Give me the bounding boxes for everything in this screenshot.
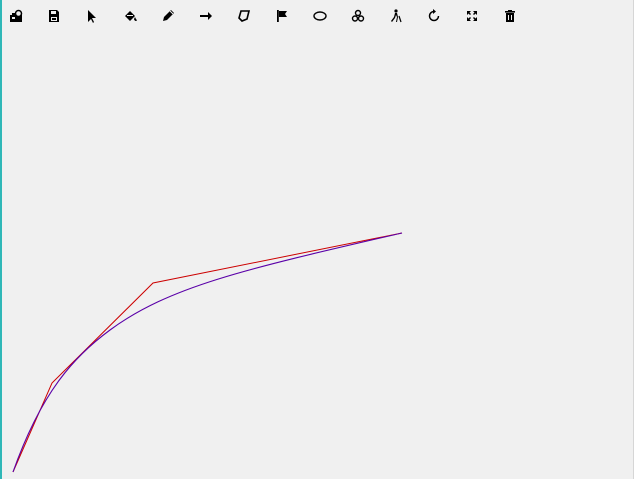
delete-button[interactable] (498, 4, 522, 28)
save-icon (49, 10, 59, 22)
open-image-icon (10, 9, 23, 22)
save-button[interactable] (42, 4, 66, 28)
arrow-button[interactable] (194, 4, 218, 28)
walk-path-button[interactable] (384, 4, 408, 28)
paint-bucket-icon (125, 11, 137, 21)
right-arrow-icon (200, 12, 212, 20)
toolbar (0, 0, 634, 32)
flag-icon (277, 10, 287, 22)
polygon-icon (238, 10, 251, 22)
spiral-button[interactable] (346, 4, 370, 28)
control-polygon-line (12, 232, 403, 473)
select-button[interactable] (80, 4, 104, 28)
trash-icon (505, 10, 515, 22)
rotate-button[interactable] (422, 4, 446, 28)
drawing-app (0, 0, 634, 479)
fill-button[interactable] (118, 4, 142, 28)
ellipse-icon (313, 11, 327, 21)
ellipse-button[interactable] (308, 4, 332, 28)
pencil-icon (163, 10, 174, 21)
drawing-canvas[interactable] (0, 0, 634, 479)
cursor-icon (88, 10, 96, 23)
walking-person-icon (391, 9, 402, 23)
pencil-button[interactable] (156, 4, 180, 28)
rotate-icon (428, 9, 440, 22)
flag-button[interactable] (270, 4, 294, 28)
open-image-button[interactable] (4, 4, 28, 28)
fullscreen-button[interactable] (460, 4, 484, 28)
polygon-button[interactable] (232, 4, 256, 28)
spiral-icon (351, 9, 365, 22)
fullscreen-icon (467, 11, 477, 21)
bezier-curve-line (12, 232, 403, 473)
